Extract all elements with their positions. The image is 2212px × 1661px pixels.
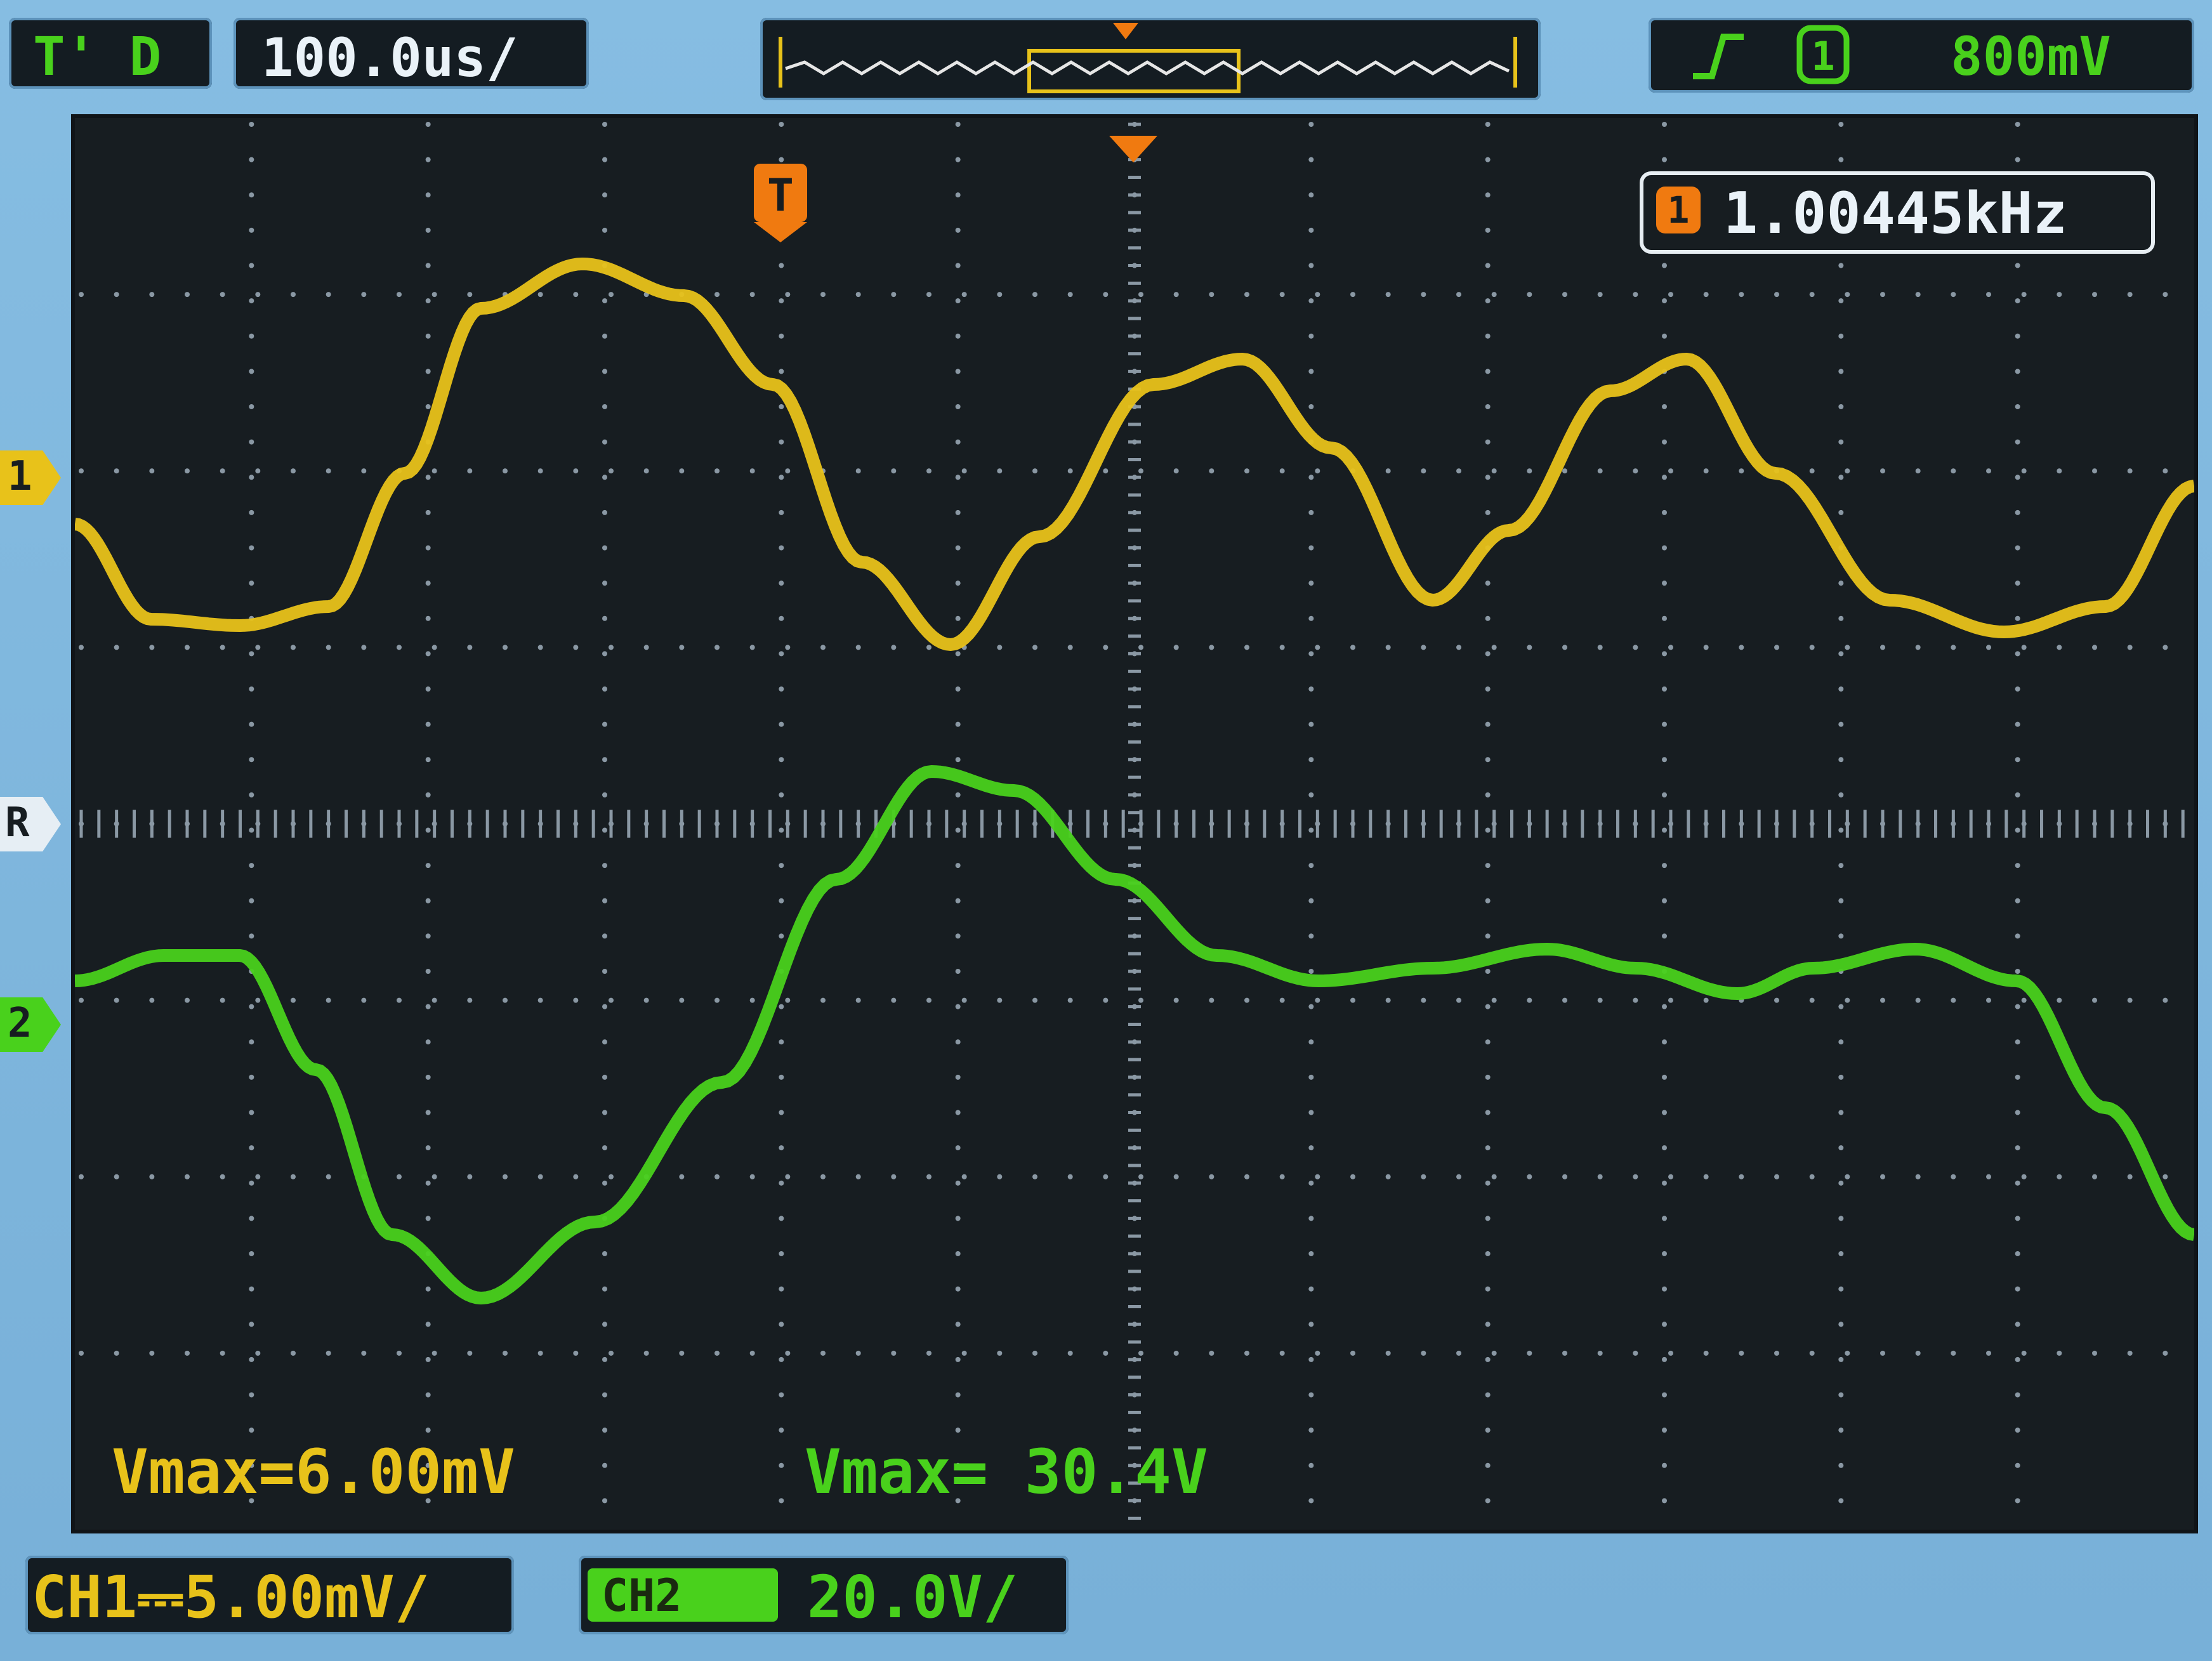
trigger-level-label: 800mV: [1951, 25, 2111, 88]
ch1-scale-box[interactable]: CH1⎓5.00mV/: [25, 1556, 514, 1634]
waveform-area[interactable]: T 1 1.00445kHz Vmax=6.00mV Vmax= 30.4V: [71, 114, 2198, 1533]
ch1-badge-icon: 1: [1796, 25, 1850, 84]
timebase-box[interactable]: 100.0us/: [234, 18, 589, 89]
svg-text:1: 1: [1811, 33, 1834, 79]
ch2-scale-box[interactable]: CH2 20.0V/: [579, 1556, 1069, 1634]
reference-marker[interactable]: R: [0, 797, 61, 851]
ch1-scale-label: CH1⎓5.00mV/: [32, 1563, 430, 1631]
memory-overview-box[interactable]: [760, 18, 1541, 100]
ch1-waveform: [75, 258, 2194, 651]
memory-overview-wave: [785, 60, 1510, 76]
timebase-label: 100.0us/: [261, 27, 518, 89]
ch2-waveform: [75, 765, 2194, 1304]
ch2-vmax-measurement: Vmax= 30.4V: [805, 1436, 1208, 1507]
ch1-level-marker[interactable]: 1: [0, 450, 61, 505]
trigger-settings-box[interactable]: 1 800mV: [1649, 18, 2194, 93]
frequency-value: 1.00445kHz: [1723, 180, 2067, 247]
ch2-scale-label: 20.0V/: [807, 1563, 1018, 1631]
center-marker-icon: [1109, 136, 1157, 162]
svg-text:T: T: [767, 169, 794, 221]
ch2-badge-label: CH2: [602, 1570, 682, 1622]
trigger-mode-label: T' D: [33, 25, 162, 88]
trigger-position-icon: [1113, 23, 1138, 39]
ch2-badge: CH2: [588, 1568, 778, 1622]
ch1-badge-icon: 1: [1656, 187, 1701, 233]
ch2-level-marker[interactable]: 2: [0, 997, 61, 1052]
frequency-readout: 1 1.00445kHz: [1640, 171, 2155, 254]
waveform-traces: T: [75, 136, 2194, 1304]
memory-overview-bar: [779, 23, 1517, 93]
trigger-time-marker-icon: T: [754, 164, 807, 242]
oscilloscope-display: T' D 100.0us/ 1 800mV T 1 1.00445kHz Vma…: [0, 0, 2212, 1661]
rising-edge-icon: [1693, 34, 1744, 79]
ch1-vmax-measurement: Vmax=6.00mV: [112, 1436, 515, 1507]
trigger-mode-box[interactable]: T' D: [9, 18, 212, 89]
